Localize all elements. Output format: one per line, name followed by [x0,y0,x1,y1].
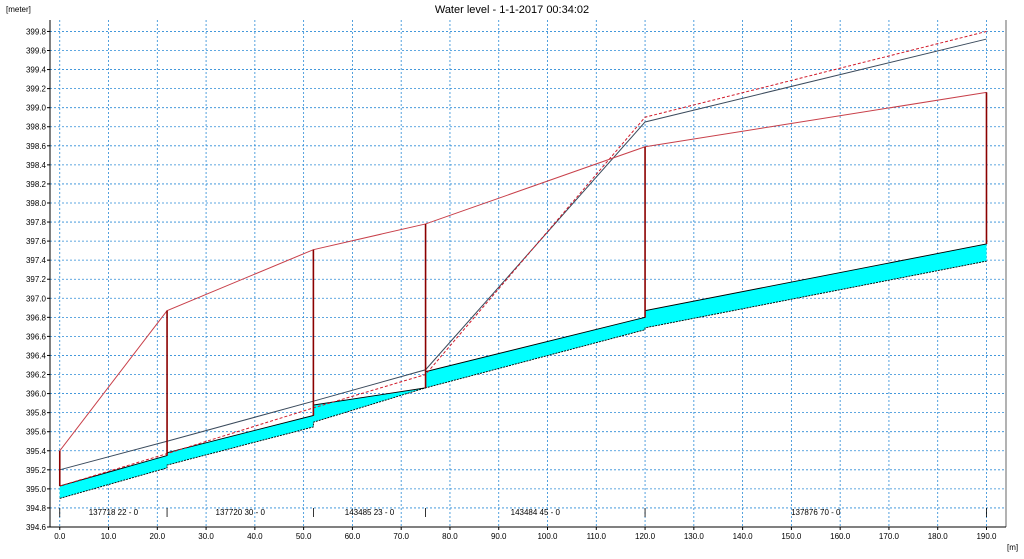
x-tick-label: 190.0 [976,532,997,541]
y-tick-label: 397.0 [26,294,47,303]
chart-svg: Water level - 1-1-2017 00:34:02 [meter] … [6,4,1018,552]
y-tick-label: 394.8 [26,504,47,513]
water-level-chart: Water level - 1-1-2017 00:34:02 [meter] … [0,0,1024,554]
branch-label: 137720 30 - 0 [216,508,266,517]
y-tick-label: 396.8 [26,313,47,322]
x-tick-label: 180.0 [928,532,949,541]
bed-band [59,243,987,499]
chart-title: Water level - 1-1-2017 00:34:02 [435,4,589,16]
y-tick-label: 399.8 [26,27,47,36]
x-tick-label: 140.0 [733,532,754,541]
x-tick-label: 170.0 [879,532,900,541]
bed-fill [59,243,987,499]
branch-label: 143484 45 - 0 [511,508,561,517]
y-tick-label: 397.6 [26,237,47,246]
series-line [59,38,987,471]
y-tick-label: 395.6 [26,428,47,437]
y-tick-label: 397.2 [26,275,47,284]
y-tick-label: 398.6 [26,142,47,151]
y-tick-label: 398.4 [26,161,47,170]
series-lines [59,30,987,487]
node-markers [58,92,988,487]
branch-label: 137718 22 - 0 [89,508,139,517]
y-tick-label: 396.2 [26,371,47,380]
x-tick-label: 80.0 [442,532,458,541]
y-tick-label: 399.2 [26,85,47,94]
x-axis-unit: [m] [1007,543,1018,552]
x-tick-label: 60.0 [345,532,361,541]
x-tick-label: 20.0 [150,532,166,541]
x-tick-label: 150.0 [781,532,802,541]
y-tick-label: 396.6 [26,332,47,341]
x-tick-label: 10.0 [101,532,117,541]
x-tick-label: 130.0 [684,532,705,541]
y-tick-label: 396.4 [26,351,47,360]
y-tick-label: 399.4 [26,66,47,75]
x-tick-label: 50.0 [296,532,312,541]
y-tick-label: 397.4 [26,256,47,265]
x-tick-label: 160.0 [830,532,851,541]
y-tick-label: 396.0 [26,390,47,399]
x-tick-label: 120.0 [635,532,656,541]
y-tick-label: 395.8 [26,409,47,418]
y-tick-label: 398.8 [26,123,47,132]
y-tick-label: 397.8 [26,218,47,227]
y-tick-label: 394.6 [26,523,47,532]
branch-labels: 137718 22 - 0 137720 30 - 0 143485 23 - 0 1… [59,508,987,517]
x-tick-label: 40.0 [247,532,263,541]
x-tick-label: 0.0 [54,532,66,541]
y-tick-label: 398.0 [26,199,47,208]
series-line [59,30,987,487]
y-tick-label: 398.2 [26,180,47,189]
branch-label: 137876 70 - 0 [791,508,841,517]
x-tick-label: 70.0 [393,532,409,541]
y-tick-label: 399.6 [26,46,47,55]
x-tick-label: 110.0 [587,532,607,541]
x-tick-label: 30.0 [198,532,214,541]
x-tick-label: 90.0 [491,532,507,541]
y-tick-label: 399.0 [26,104,47,113]
y-axis-unit: [meter] [6,5,31,14]
y-tick-label: 395.4 [26,447,47,456]
bed-bottom-line [59,260,987,499]
x-tick-label: 100.0 [537,532,558,541]
y-tick-label: 395.2 [26,466,47,475]
y-tick-label: 395.0 [26,485,47,494]
branch-label: 143485 23 - 0 [345,508,395,517]
